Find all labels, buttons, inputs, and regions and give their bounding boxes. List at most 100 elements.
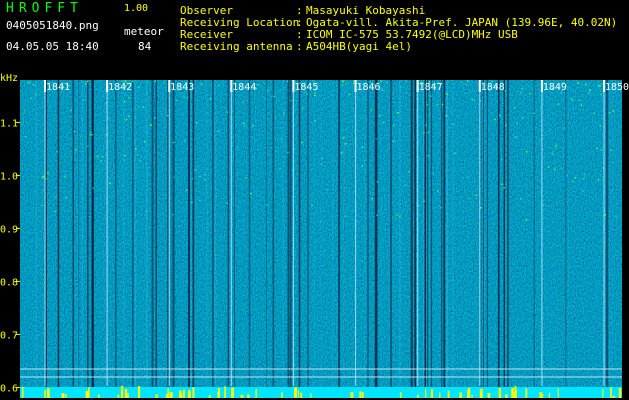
spectrogram-speck: [520, 198, 522, 200]
spectrogram-streak: [155, 80, 157, 398]
spectrogram-streak: [151, 80, 154, 398]
spectrogram-speck: [209, 97, 212, 100]
frequency-tick-label: 0.8: [0, 277, 18, 288]
spectrogram-streak: [533, 80, 535, 398]
spectrogram-speck: [163, 82, 166, 85]
spectrogram-speck: [194, 169, 196, 171]
spectrogram-speck: [27, 81, 29, 84]
spectrogram-streak: [206, 80, 208, 398]
spectrogram-speck: [547, 166, 550, 168]
app-version: 1.00: [124, 3, 149, 14]
spectrogram-speck: [553, 168, 556, 171]
meteor-echo: [459, 392, 462, 398]
spectrogram-speck: [454, 152, 456, 155]
spectrogram-plot: 1.1 1.0 0.9 0.8 0.7 0.6 1841 1842 1843 1844 1845 1…: [0, 80, 629, 398]
spectrogram-streak: [336, 80, 338, 398]
file-name: 0405051840.png: [6, 19, 99, 32]
spectrogram-streak: [568, 80, 569, 398]
spectrogram-streak: [608, 80, 610, 398]
spectrogram-speck: [65, 196, 67, 199]
spectrogram-speck: [555, 145, 557, 147]
spectrogram-speck: [199, 175, 201, 178]
spectrogram-speck: [436, 104, 439, 106]
spectrogram-speck: [195, 122, 198, 124]
spectrogram-speck: [217, 130, 220, 132]
spectrogram-speck: [577, 82, 579, 84]
spectrogram-streak: [298, 80, 301, 398]
spectrogram-speck: [139, 160, 142, 162]
antenna-value: A504HB(yagi 4el): [306, 40, 412, 53]
spectrogram-speck: [21, 123, 23, 125]
time-tick-label: 1848: [481, 82, 505, 93]
spectrogram-speck: [306, 93, 308, 95]
spectrogram-speck: [604, 214, 606, 216]
time-tick-label: 1842: [108, 82, 132, 93]
spectrogram-streak: [188, 80, 190, 398]
spectrogram-speck: [505, 124, 507, 127]
spectrogram-speck: [376, 181, 379, 183]
spectrogram-speck: [381, 89, 383, 92]
observer-label: Observer: [180, 4, 233, 17]
spectrogram-speck: [204, 178, 206, 181]
spectrogram-speck: [570, 97, 572, 100]
spectrogram-speck: [513, 107, 516, 109]
spectrogram-speck: [301, 141, 303, 144]
spectrogram-streak: [443, 80, 446, 398]
meteor-echo: [548, 392, 550, 398]
spectrogram-streak: [364, 80, 366, 398]
spectrogram-speck: [172, 213, 174, 216]
spectrogram-speck: [375, 138, 377, 140]
meteor-echo: [44, 390, 46, 398]
spectrogram-speck: [85, 83, 87, 85]
spectrogram-speck: [382, 121, 384, 124]
spectrogram-streak: [380, 80, 382, 398]
spectrogram-speck: [578, 99, 581, 101]
date-time: 04.05.05 18:40: [6, 40, 99, 53]
spectrogram-speck: [404, 184, 406, 187]
spectrogram-streak: [480, 80, 482, 398]
frequency-axis: 1.1 1.0 0.9 0.8 0.7 0.6: [0, 118, 20, 394]
observer-value: Masayuki Kobayashi: [306, 4, 426, 17]
meteor-echo: [232, 389, 234, 398]
spectrogram-speck: [191, 201, 193, 203]
spectrogram-speck: [563, 128, 566, 130]
spectrogram-speck: [183, 96, 185, 98]
meteor-echo: [182, 389, 185, 398]
spectrogram-speck: [175, 99, 178, 102]
meteor-echo: [98, 394, 100, 398]
spectrogram-speck: [521, 87, 523, 90]
spectrogram-streak: [87, 80, 89, 398]
spectrogram-streak: [123, 80, 125, 398]
spectrogram-streak: [287, 80, 290, 398]
spectrogram-speck: [137, 86, 140, 89]
meteor-echo: [557, 388, 559, 398]
spectrogram-speck: [301, 107, 304, 109]
time-tick-label: 1850: [605, 82, 629, 93]
spectrogram-speck: [499, 114, 501, 117]
spectrogram-speck: [467, 176, 469, 179]
meteor-echo: [240, 394, 244, 398]
spectrogram-streak: [212, 80, 214, 398]
meteor-echo: [247, 394, 250, 398]
spectrogram-streak: [307, 80, 309, 398]
spectrogram-speck: [427, 154, 429, 157]
spectrogram-speck: [428, 114, 431, 117]
spectrogram-speck: [502, 102, 504, 105]
spectrogram-speck: [371, 197, 373, 200]
spectrogram-streak: [410, 80, 413, 398]
spectrogram-streak: [452, 80, 454, 398]
spectrogram-speck: [47, 172, 49, 174]
spectrogram-speck: [200, 83, 203, 85]
spectrogram-streak: [134, 80, 137, 398]
spectrogram-streak: [313, 80, 315, 398]
spectrogram-speck: [83, 99, 86, 101]
spectrogram-speck: [426, 104, 429, 106]
spectrogram-streak: [266, 80, 267, 398]
meteor-echo: [169, 395, 172, 398]
spectrogram-speck: [290, 99, 292, 102]
spectrogram-speck: [287, 151, 289, 154]
time-tick-label: 1845: [294, 82, 318, 93]
spectrogram-speck: [274, 149, 277, 152]
spectrogram-speck: [525, 84, 528, 86]
spectrogram-speck: [101, 156, 104, 158]
